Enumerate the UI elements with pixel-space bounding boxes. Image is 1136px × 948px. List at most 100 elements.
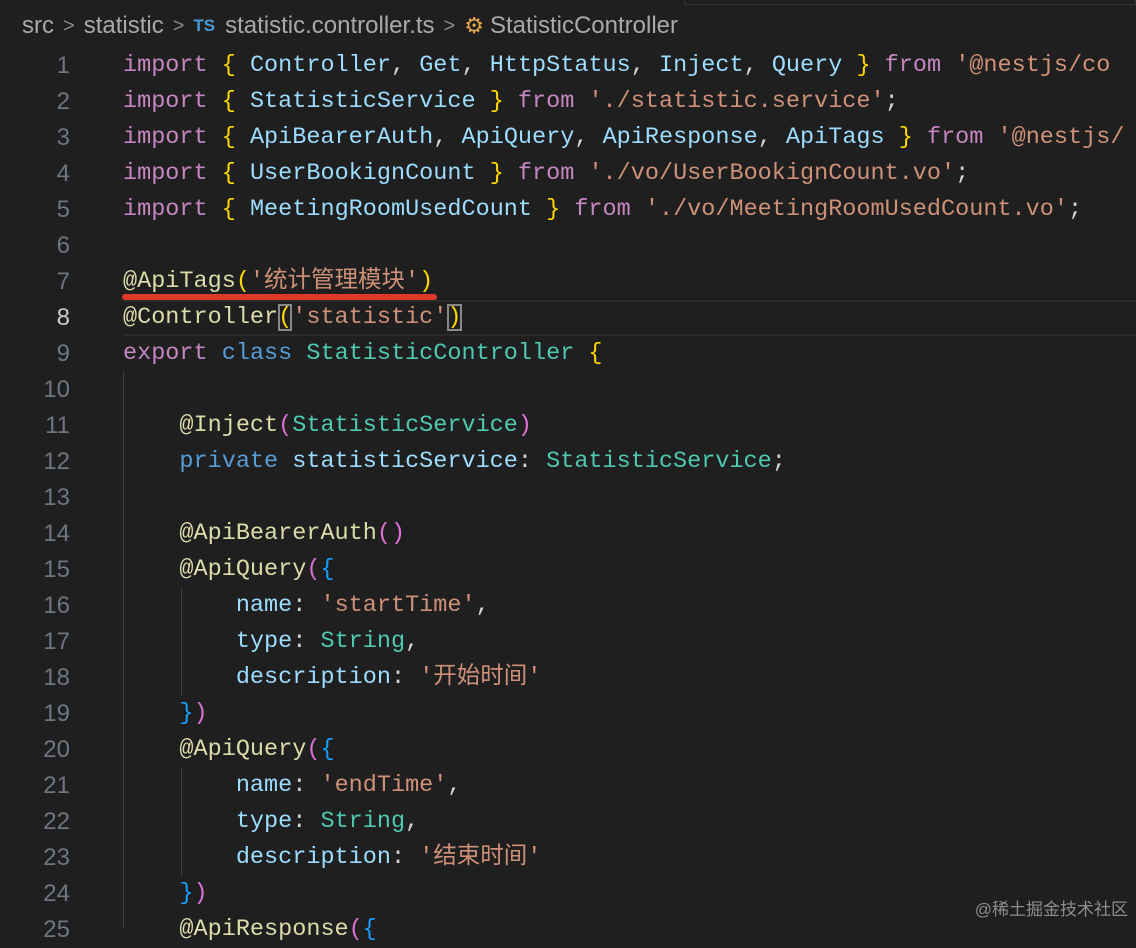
breadcrumb-src[interactable]: src xyxy=(22,12,54,40)
code-line[interactable]: 13 xyxy=(0,480,1136,516)
token-kw: import xyxy=(123,88,208,115)
code-line[interactable]: 10 xyxy=(0,372,1136,408)
line-number: 6 xyxy=(56,232,70,259)
token-br2: ( xyxy=(348,916,363,943)
token-str: '开始时间' xyxy=(419,664,542,691)
code-line[interactable]: 8 @Controller('statistic') xyxy=(0,300,1136,336)
line-number: 11 xyxy=(45,412,70,439)
token-pl: , xyxy=(475,592,490,619)
token-br2: ) xyxy=(193,880,208,907)
code-text: @ApiQuery({ xyxy=(123,552,1136,588)
code-line[interactable]: 6 xyxy=(0,228,1136,264)
code-line[interactable]: 14 @ApiBearerAuth() xyxy=(0,516,1136,552)
token-str: './vo/UserBookignCount.vo' xyxy=(588,160,956,187)
code-line[interactable]: 20 @ApiQuery({ xyxy=(0,732,1136,768)
token-kw: import xyxy=(123,52,208,79)
token-var: Controller xyxy=(249,52,391,79)
token-pl: : xyxy=(292,808,321,835)
token-var: ApiTags xyxy=(785,124,885,151)
line-number: 9 xyxy=(56,340,70,367)
code-text: export class StatisticController { xyxy=(123,336,1136,372)
token-br2: ) xyxy=(517,412,532,439)
token-kw: import xyxy=(123,160,208,187)
token-br2: ( xyxy=(278,412,293,439)
token-br1: { xyxy=(221,196,236,223)
token-cls: String xyxy=(320,808,406,835)
code-line[interactable]: 12 private statisticService: StatisticSe… xyxy=(0,444,1136,480)
token-br2: ) xyxy=(193,700,208,727)
token-str: '统计管理模块' xyxy=(249,268,420,295)
token-pl: : xyxy=(390,844,420,871)
token-var: ApiBearerAuth xyxy=(249,124,434,151)
token-br3: } xyxy=(179,880,194,907)
token-fn: @ApiBearerAuth xyxy=(179,520,377,547)
chevron-right-icon: > xyxy=(63,14,75,37)
code-line[interactable]: 1 import { Controller, Get, HttpStatus, I… xyxy=(0,48,1136,84)
code-line[interactable]: 16 name: 'startTime', xyxy=(0,588,1136,624)
breadcrumb-statistic[interactable]: statistic xyxy=(84,12,164,40)
token-pl: , xyxy=(433,124,462,151)
line-number: 21 xyxy=(43,772,70,799)
code-line[interactable]: 22 type: String, xyxy=(0,804,1136,840)
code-line[interactable]: 23 description: '结束时间' xyxy=(0,840,1136,876)
token-var: Inject xyxy=(658,52,744,79)
code-line[interactable]: 9 export class StatisticController { xyxy=(0,336,1136,372)
line-number: 24 xyxy=(43,880,70,907)
token-kw: from xyxy=(926,124,984,151)
code-line[interactable]: 2 import { StatisticService } from './sta… xyxy=(0,84,1136,120)
token-var: MeetingRoomUsedCount xyxy=(249,196,532,223)
code-line[interactable]: 3 import { ApiBearerAuth, ApiQuery, ApiRe… xyxy=(0,120,1136,156)
code-line[interactable]: 24 }) xyxy=(0,876,1136,912)
code-text: @ApiBearerAuth() xyxy=(123,516,1136,552)
token-kw2: private xyxy=(179,448,279,475)
code-text: type: String, xyxy=(123,624,1136,660)
token-br1: } xyxy=(489,88,504,115)
token-var: statisticService xyxy=(292,448,518,475)
indent-guide xyxy=(123,372,124,928)
token-kw: export xyxy=(123,340,208,367)
breadcrumb-file[interactable]: statistic.controller.ts xyxy=(225,12,434,40)
code-line[interactable]: 25 @ApiResponse({ xyxy=(0,912,1136,948)
line-number: 16 xyxy=(43,592,70,619)
code-line[interactable]: 11 @Inject(StatisticService) xyxy=(0,408,1136,444)
token-str: './statistic.service' xyxy=(588,88,885,115)
line-number: 25 xyxy=(43,916,70,943)
token-pl: , xyxy=(743,52,772,79)
token-fn: @ApiResponse xyxy=(179,916,349,943)
token-br2: () xyxy=(376,520,406,547)
code-text: private statisticService: StatisticServi… xyxy=(123,444,1136,480)
breadcrumb-class[interactable]: StatisticController xyxy=(490,12,678,40)
code-line[interactable]: 15 @ApiQuery({ xyxy=(0,552,1136,588)
code-line[interactable]: 21 name: 'endTime', xyxy=(0,768,1136,804)
line-number: 20 xyxy=(43,736,70,763)
code-line[interactable]: 5 import { MeetingRoomUsedCount } from '.… xyxy=(0,192,1136,228)
code-line[interactable]: 17 type: String, xyxy=(0,624,1136,660)
code-line[interactable]: 19 }) xyxy=(0,696,1136,732)
token-pl: ; xyxy=(955,160,970,187)
token-fn: @Inject xyxy=(179,412,279,439)
token-var: description xyxy=(235,844,391,871)
token-br2: ( xyxy=(306,736,321,763)
code-line[interactable]: 18 description: '开始时间' xyxy=(0,660,1136,696)
token-br1: } xyxy=(856,52,871,79)
code-editor[interactable]: 1 import { Controller, Get, HttpStatus, I… xyxy=(0,48,1136,948)
token-kw2: class xyxy=(221,340,293,367)
code-line[interactable]: 4 import { UserBookignCount } from './vo/… xyxy=(0,156,1136,192)
